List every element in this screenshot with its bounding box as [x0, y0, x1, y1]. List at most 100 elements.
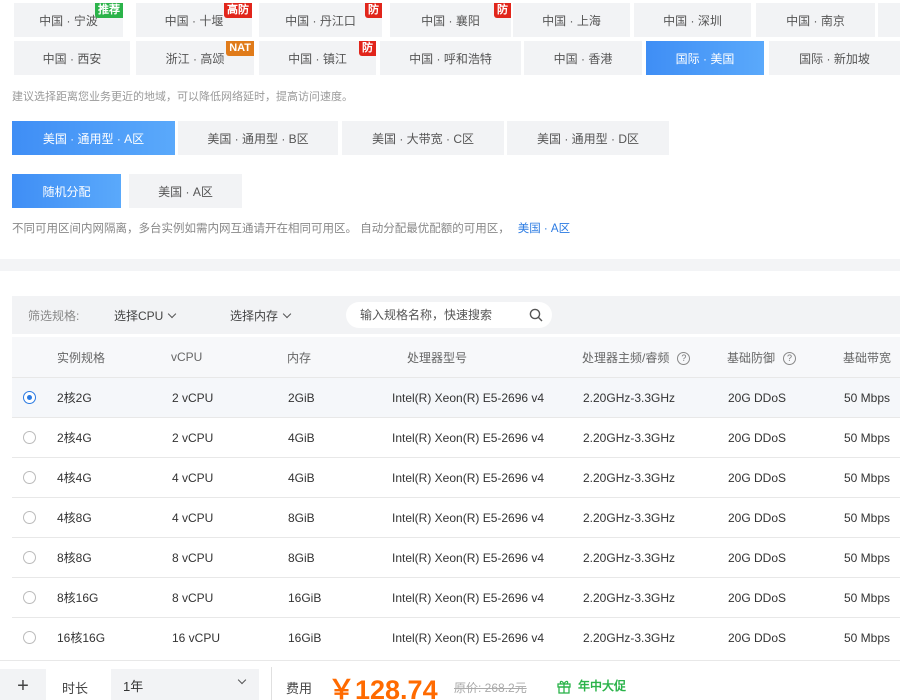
cell-cpu: Intel(R) Xeon(R) E5-2696 v4	[392, 430, 545, 445]
cell-ddos: 20G DDoS	[728, 470, 787, 485]
allocation-option[interactable]: 随机分配	[12, 174, 121, 208]
cpu-select-label: 选择CPU	[114, 308, 164, 323]
cell-freq: 2.20GHz-3.3GHz	[583, 590, 676, 605]
region-option[interactable]: 中国 · 上海	[513, 3, 630, 37]
promo-badge[interactable]: 年中大促	[556, 677, 626, 694]
row-radio[interactable]	[23, 631, 36, 644]
cell-cpu: Intel(R) Xeon(R) E5-2696 v4	[392, 510, 545, 525]
cpu-select[interactable]: 选择CPU	[114, 307, 230, 324]
region-option[interactable]: 中国 · 镇江防	[259, 41, 376, 75]
cell-vcpu: 4 vCPU	[172, 470, 214, 485]
region-option[interactable]: 中国 · 襄阳防	[390, 3, 511, 37]
region-option[interactable]: 国际 · 美国	[646, 41, 764, 75]
region-badge: 推荐	[95, 3, 123, 18]
footer-divider	[271, 667, 272, 700]
order-footer: + 时长 1年 费用 ￥128.74 原价: 268.2元 年中大促	[0, 660, 900, 700]
promo-label: 年中大促	[578, 679, 627, 693]
region-option[interactable]: 中国 · 深圳	[634, 3, 751, 37]
region-option[interactable]: 中国 · 宁波 推荐	[14, 3, 123, 37]
table-row[interactable]: 16核16G 16 vCPU 16GiB Intel(R) Xeon(R) E5-26…	[12, 617, 900, 657]
chevron-down-icon	[282, 309, 292, 318]
cell-bw: 50 Mbps	[844, 590, 891, 605]
filter-label: 筛选规格:	[28, 308, 80, 323]
memory-select[interactable]: 选择内存	[230, 307, 320, 324]
table-header: 实例规格 vCPU 内存 处理器型号 处理器主频/睿频? 基础防御? 基础带宽	[12, 337, 900, 377]
cell-freq: 2.20GHz-3.3GHz	[583, 510, 676, 525]
allocation-option[interactable]: 美国 · A区	[129, 174, 242, 208]
header-bandwidth: 基础带宽	[843, 350, 892, 365]
region-option[interactable]: 中国 · 丹江口防	[259, 3, 382, 37]
region-option[interactable]: 中国 · 呼和浩特	[380, 41, 521, 75]
cell-vcpu: 2 vCPU	[172, 390, 214, 405]
memory-select-label: 选择内存	[230, 308, 279, 323]
duration-value: 1年	[123, 678, 144, 694]
spec-search-input[interactable]	[360, 308, 520, 322]
cell-mem: 4GiB	[288, 430, 315, 445]
table-row[interactable]: 4核4G 4 vCPU 4GiB Intel(R) Xeon(R) E5-2696 v…	[12, 457, 900, 497]
region-option-label: 中国 · 十堰	[164, 13, 224, 28]
region-option[interactable]: 国际 · 新加坡	[769, 41, 900, 75]
cell-freq: 2.20GHz-3.3GHz	[583, 430, 676, 445]
region-option[interactable]: 中国 · 香港	[524, 41, 642, 75]
cell-ddos: 20G DDoS	[728, 590, 787, 605]
table-row[interactable]: 2核2G 2 vCPU 2GiB Intel(R) Xeon(R) E5-2696 v…	[12, 377, 900, 417]
duration-select[interactable]: 1年	[111, 669, 259, 700]
cell-mem: 2GiB	[288, 390, 315, 405]
region-option-label: 中国 · 镇江	[288, 51, 347, 66]
zone-option[interactable]: 美国 · 通用型 · D区	[507, 121, 669, 155]
region-option[interactable]: 中国 · 西安	[14, 41, 130, 75]
search-icon[interactable]	[529, 308, 543, 322]
region-badge: 防	[494, 3, 511, 18]
help-icon[interactable]: ?	[677, 351, 691, 365]
region-hint: 建议选择距离您业务更近的地域，可以降低网络延时，提高访问速度。	[12, 91, 353, 103]
header-spec: 实例规格	[57, 350, 106, 365]
cell-ddos: 20G DDoS	[728, 550, 787, 565]
region-option-label: 中国 · 呼和浩特	[409, 51, 492, 66]
cell-bw: 50 Mbps	[844, 390, 891, 405]
cell-ddos: 20G DDoS	[728, 390, 787, 405]
cell-vcpu: 8 vCPU	[172, 550, 214, 565]
row-radio[interactable]	[23, 551, 36, 564]
header-processor: 处理器型号	[407, 350, 468, 365]
region-option-label: 中国 · 西安	[42, 51, 102, 66]
chevron-down-icon	[237, 675, 247, 685]
table-row[interactable]: 2核4G 2 vCPU 4GiB Intel(R) Xeon(R) E5-2696 v…	[12, 417, 900, 457]
cell-freq: 2.20GHz-3.3GHz	[583, 630, 676, 645]
cell-vcpu: 16 vCPU	[172, 630, 221, 645]
table-row[interactable]: 8核8G 8 vCPU 8GiB Intel(R) Xeon(R) E5-2696 v…	[12, 537, 900, 577]
region-badge: NAT	[226, 41, 254, 56]
region-option-label: 中国 · 南京	[786, 13, 845, 28]
zone-option[interactable]: 美国 · 通用型 · B区	[178, 121, 338, 155]
row-radio[interactable]	[23, 471, 36, 484]
region-option-label: 中国 · 丹江口	[285, 13, 356, 28]
cell-freq: 2.20GHz-3.3GHz	[583, 390, 676, 405]
row-radio[interactable]	[23, 591, 36, 604]
zone-notice: 不同可用区间内网隔离，多台实例如需内网互通请开在相同可用区。 自动分配最优配额的…	[12, 220, 570, 236]
header-frequency: 处理器主频/睿频?	[582, 349, 691, 366]
cell-cpu: Intel(R) Xeon(R) E5-2696 v4	[392, 550, 545, 565]
region-option[interactable]: 中国 · 南京	[756, 3, 875, 37]
region-option-overflow[interactable]	[878, 3, 900, 37]
zone-option[interactable]: 美国 · 大带宽 · C区	[342, 121, 504, 155]
cell-spec: 8核16G	[57, 591, 99, 605]
cell-vcpu: 2 vCPU	[172, 430, 214, 445]
region-option[interactable]: 中国 · 十堰 高防	[136, 3, 252, 37]
original-price: 原价: 268.2元	[454, 681, 527, 695]
price: ￥128.74	[328, 675, 438, 700]
cell-bw: 50 Mbps	[844, 430, 891, 445]
row-radio[interactable]	[23, 431, 36, 444]
cell-freq: 2.20GHz-3.3GHz	[583, 470, 676, 485]
help-icon[interactable]: ?	[783, 351, 797, 365]
cell-freq: 2.20GHz-3.3GHz	[583, 550, 676, 565]
row-radio[interactable]	[23, 511, 36, 524]
zone-notice-link[interactable]: 美国 · A区	[518, 223, 570, 235]
row-radio[interactable]	[23, 391, 36, 404]
table-row[interactable]: 4核8G 4 vCPU 8GiB Intel(R) Xeon(R) E5-2696 v…	[12, 497, 900, 537]
fee-label: 费用	[286, 681, 313, 696]
region-option[interactable]: 浙江 · 高颂 NAT	[136, 41, 254, 75]
filter-bar: 筛选规格: 选择CPU 选择内存	[12, 296, 900, 334]
table-row[interactable]: 8核16G 8 vCPU 16GiB Intel(R) Xeon(R) E5-2696…	[12, 577, 900, 617]
cell-vcpu: 4 vCPU	[172, 510, 214, 525]
plus-button[interactable]: +	[0, 669, 46, 700]
zone-option[interactable]: 美国 · 通用型 · A区	[12, 121, 175, 155]
